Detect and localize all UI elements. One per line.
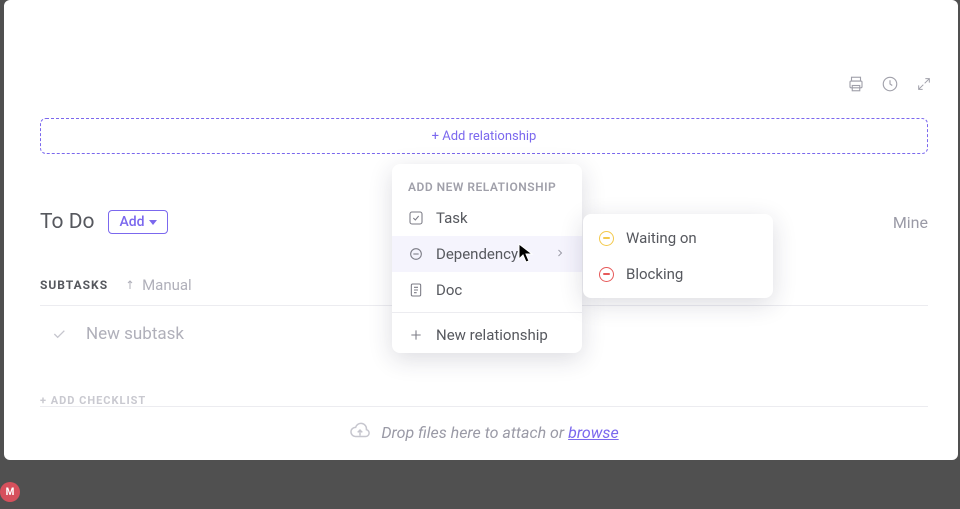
submenu-item-waiting-on[interactable]: Waiting on — [583, 220, 773, 256]
activity-icon[interactable] — [880, 74, 900, 94]
chevron-right-icon — [554, 245, 566, 263]
sort-button[interactable]: Manual — [126, 276, 192, 294]
browse-link[interactable]: browse — [568, 423, 619, 442]
popup-item-task[interactable]: Task — [392, 200, 582, 236]
popup-item-label: Task — [436, 209, 468, 227]
submenu-item-blocking[interactable]: Blocking — [583, 256, 773, 292]
submenu-item-label: Blocking — [626, 265, 683, 283]
dropzone-text: Drop files here to attach or — [381, 423, 568, 442]
status-label[interactable]: To Do — [40, 210, 94, 234]
popup-separator — [392, 312, 582, 313]
sort-label: Manual — [142, 276, 192, 294]
chevron-down-icon — [149, 220, 157, 225]
subtasks-tab[interactable]: SUBTASKS — [40, 278, 108, 292]
popup-header: ADD NEW RELATIONSHIP — [392, 170, 582, 200]
popup-item-doc[interactable]: Doc — [392, 272, 582, 308]
new-subtask-placeholder: New subtask — [86, 324, 184, 344]
blocking-icon — [599, 267, 614, 282]
mine-filter[interactable]: Mine — [893, 213, 928, 232]
relationship-popup: ADD NEW RELATIONSHIP Task Dependency Doc… — [392, 164, 582, 353]
subtasks-header: SUBTASKS Manual — [40, 276, 192, 294]
popup-item-dependency[interactable]: Dependency — [392, 236, 582, 272]
popup-item-new-relationship[interactable]: New relationship — [392, 317, 582, 353]
task-panel: + Add relationship To Do Add Mine SUBTAS… — [4, 0, 958, 460]
add-dropdown-label: Add — [119, 214, 144, 230]
popup-item-label: New relationship — [436, 326, 548, 344]
check-icon — [50, 325, 68, 343]
expand-icon[interactable] — [914, 74, 934, 94]
new-subtask-row[interactable]: New subtask — [50, 324, 184, 344]
top-actions — [846, 74, 934, 94]
popup-item-label: Doc — [436, 281, 462, 299]
file-dropzone[interactable]: Drop files here to attach or browse — [40, 406, 928, 458]
popup-item-label: Dependency — [436, 245, 518, 263]
upload-icon — [349, 421, 371, 445]
add-dropdown[interactable]: Add — [108, 210, 167, 234]
submenu-item-label: Waiting on — [626, 229, 697, 247]
print-icon[interactable] — [846, 74, 866, 94]
avatar[interactable]: M — [0, 482, 20, 502]
add-relationship-label: + Add relationship — [432, 129, 537, 144]
waiting-icon — [599, 231, 614, 246]
add-relationship-button[interactable]: + Add relationship — [40, 118, 928, 154]
dependency-submenu: Waiting on Blocking — [583, 214, 773, 298]
